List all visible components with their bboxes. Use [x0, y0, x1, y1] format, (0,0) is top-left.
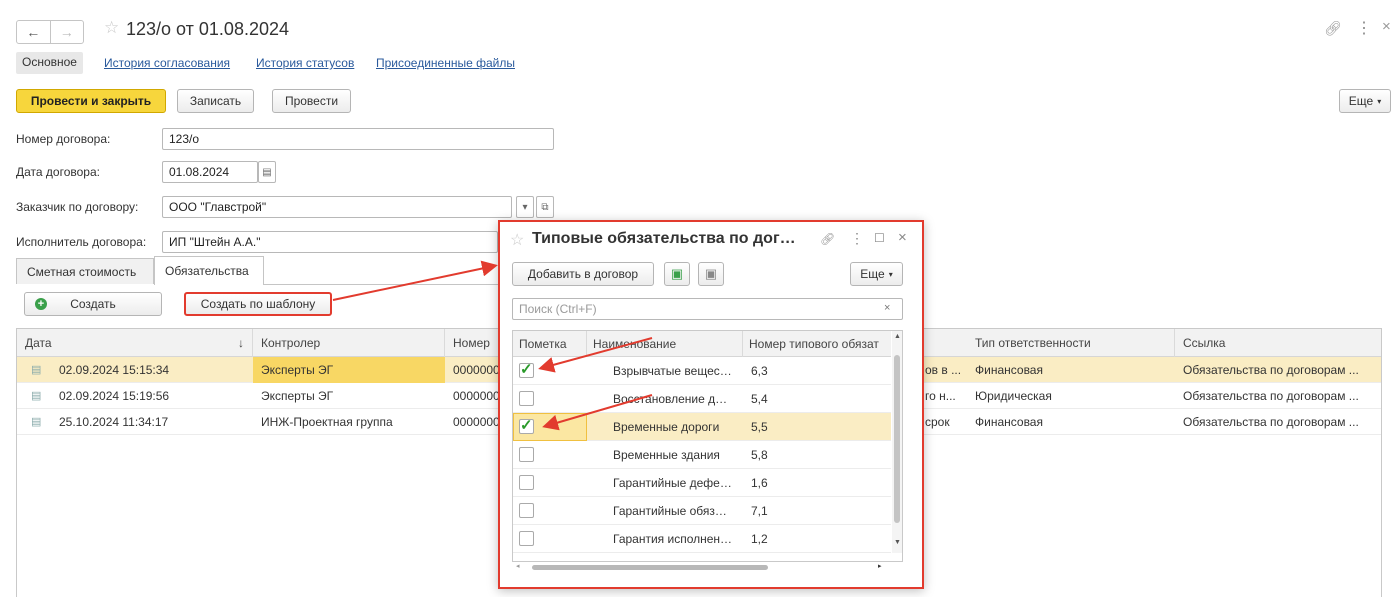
annotation-arrows	[332, 260, 653, 431]
arrow-to-dialog	[332, 260, 498, 301]
arrow-to-checkbox-1	[538, 337, 653, 373]
arrow-to-checkbox-2	[542, 394, 653, 431]
